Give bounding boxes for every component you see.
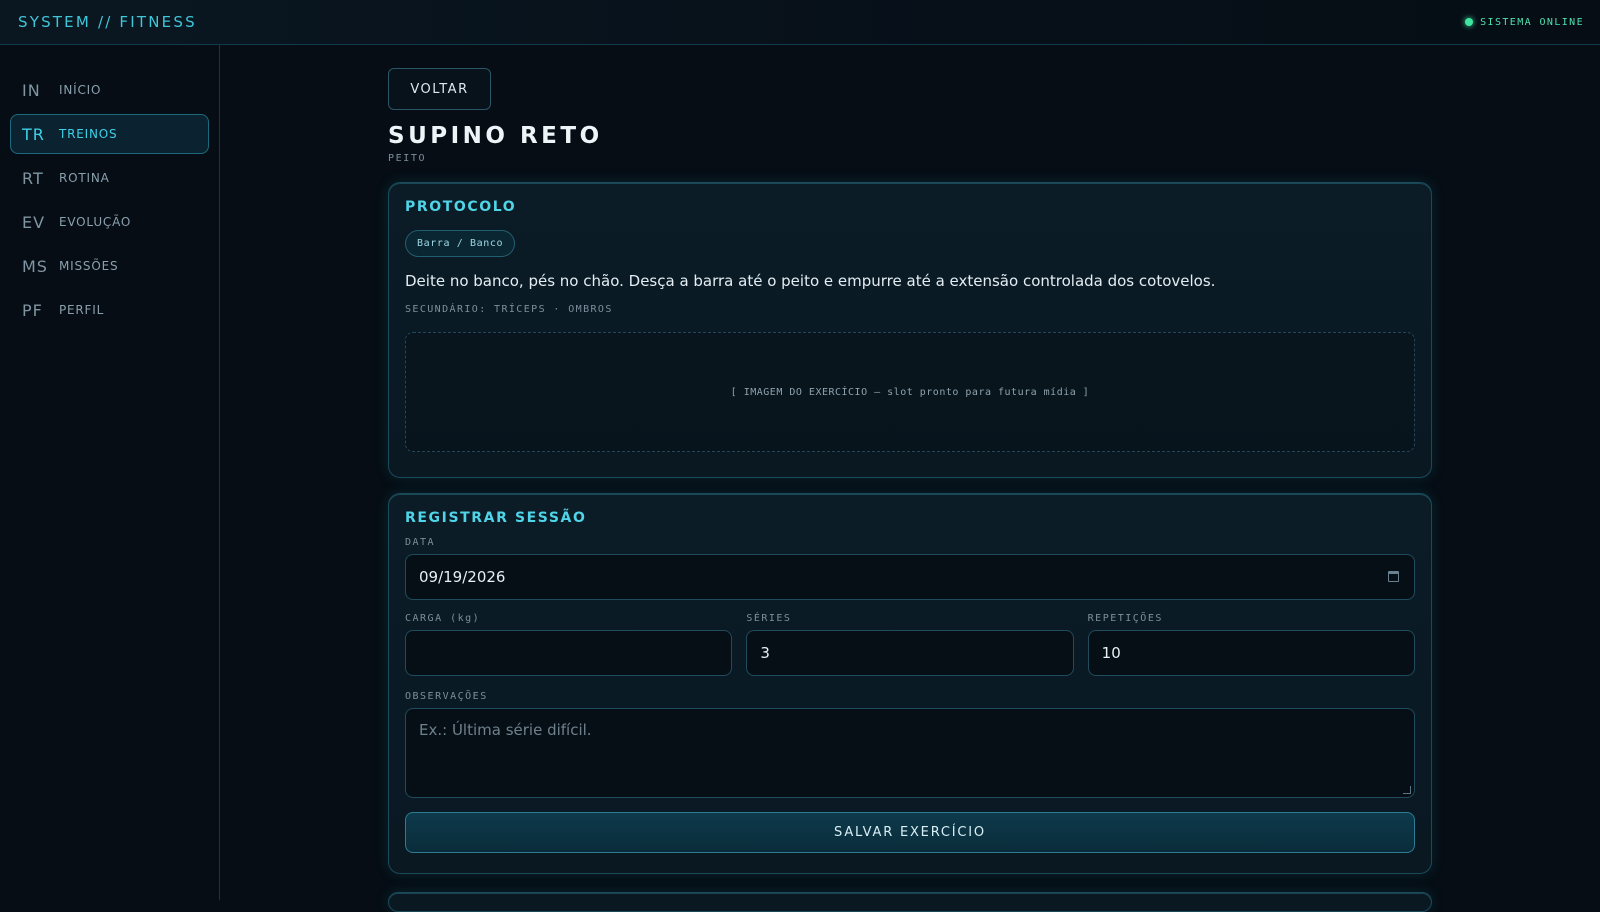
- date-field-wrapper: 09/19/2026: [405, 554, 1415, 600]
- sidebar-item-perfil[interactable]: PF PERFIL: [10, 290, 209, 330]
- notes-label: OBSERVAÇÕES: [405, 691, 488, 702]
- sidebar-item-rotina[interactable]: RT ROTINA: [10, 158, 209, 198]
- sidebar: IN INÍCIO TR TREINOS RT ROTINA EV EVOLUÇ…: [0, 45, 220, 900]
- reps-label: REPETIÇÕES: [1087, 613, 1163, 624]
- sets-input[interactable]: 3: [746, 630, 1074, 676]
- load-label: CARGA (kg): [405, 613, 481, 624]
- back-button[interactable]: VOLTAR: [388, 68, 491, 110]
- status-dot-icon: [1465, 18, 1474, 26]
- notes-placeholder: Ex.: Última série difícil.: [419, 721, 592, 739]
- date-input[interactable]: 09/19/2026: [405, 554, 1415, 600]
- resize-handle-icon[interactable]: [1403, 786, 1411, 794]
- reps-field-group: REPETIÇÕES 10: [1087, 613, 1415, 676]
- sidebar-item-treinos[interactable]: TR TREINOS: [10, 114, 209, 154]
- sidebar-item-evolucao[interactable]: EV EVOLUÇÃO: [10, 202, 209, 242]
- next-card: [388, 892, 1432, 912]
- sidebar-item-label: TREINOS: [59, 127, 118, 141]
- equipment-tag: Barra / Banco: [405, 230, 516, 257]
- date-value: 09/19/2026: [419, 568, 506, 586]
- sidebar-item-code: EV: [22, 212, 46, 232]
- save-exercise-button[interactable]: SALVAR EXERCÍCIO: [405, 812, 1415, 853]
- sidebar-item-code: IN: [22, 80, 41, 100]
- sidebar-item-label: MISSÕES: [59, 259, 119, 273]
- sidebar-item-code: MS: [22, 256, 48, 276]
- page-title: SUPINO RETO: [388, 123, 603, 149]
- secondary-muscles: SECUNDÁRIO: TRÍCEPS · OMBROS: [405, 304, 613, 315]
- sidebar-item-label: PERFIL: [59, 303, 105, 317]
- sidebar-item-missoes[interactable]: MS MISSÕES: [10, 246, 209, 286]
- sets-label: SÉRIES: [746, 613, 792, 624]
- reps-value: 10: [1101, 644, 1121, 662]
- session-card: REGISTRAR SESSÃO DATA 09/19/2026 CARGA (…: [388, 493, 1432, 874]
- sidebar-item-inicio[interactable]: IN INÍCIO: [10, 70, 209, 110]
- sidebar-item-code: PF: [22, 300, 43, 320]
- exercise-description: Deite no banco, pés no chão. Desça a bar…: [405, 272, 1216, 290]
- sets-value: 3: [760, 644, 770, 662]
- exercise-image-placeholder: [ IMAGEM DO EXERCÍCIO — slot pronto para…: [405, 332, 1415, 452]
- notes-textarea[interactable]: Ex.: Última série difícil.: [405, 708, 1415, 798]
- media-placeholder-text: [ IMAGEM DO EXERCÍCIO — slot pronto para…: [730, 386, 1090, 398]
- load-field-group: CARGA (kg): [405, 613, 733, 676]
- sidebar-item-label: INÍCIO: [59, 83, 102, 97]
- main-content: VOLTAR SUPINO RETO PEITO PROTOCOLO Barra…: [388, 68, 1432, 874]
- sidebar-item-code: TR: [22, 124, 45, 144]
- load-input[interactable]: [405, 630, 733, 676]
- sidebar-item-label: ROTINA: [59, 171, 110, 185]
- system-status: SISTEMA ONLINE: [1465, 17, 1584, 28]
- session-fields-row: CARGA (kg) SÉRIES 3 REPETIÇÕES 10: [405, 613, 1415, 676]
- muscle-group: PEITO: [388, 153, 427, 164]
- sidebar-item-code: RT: [22, 168, 44, 188]
- status-text: SISTEMA ONLINE: [1480, 16, 1584, 28]
- top-bar: SYSTEM // FITNESS SISTEMA ONLINE: [0, 0, 1600, 45]
- session-title: REGISTRAR SESSÃO: [405, 510, 587, 526]
- protocol-card: PROTOCOLO Barra / Banco Deite no banco, …: [388, 182, 1432, 478]
- sets-field-group: SÉRIES 3: [746, 613, 1074, 676]
- calendar-icon[interactable]: [1388, 571, 1399, 582]
- sidebar-item-label: EVOLUÇÃO: [59, 215, 132, 229]
- reps-input[interactable]: 10: [1087, 630, 1415, 676]
- date-label: DATA: [405, 537, 436, 548]
- app-brand: SYSTEM // FITNESS: [18, 13, 197, 31]
- protocol-title: PROTOCOLO: [405, 199, 517, 215]
